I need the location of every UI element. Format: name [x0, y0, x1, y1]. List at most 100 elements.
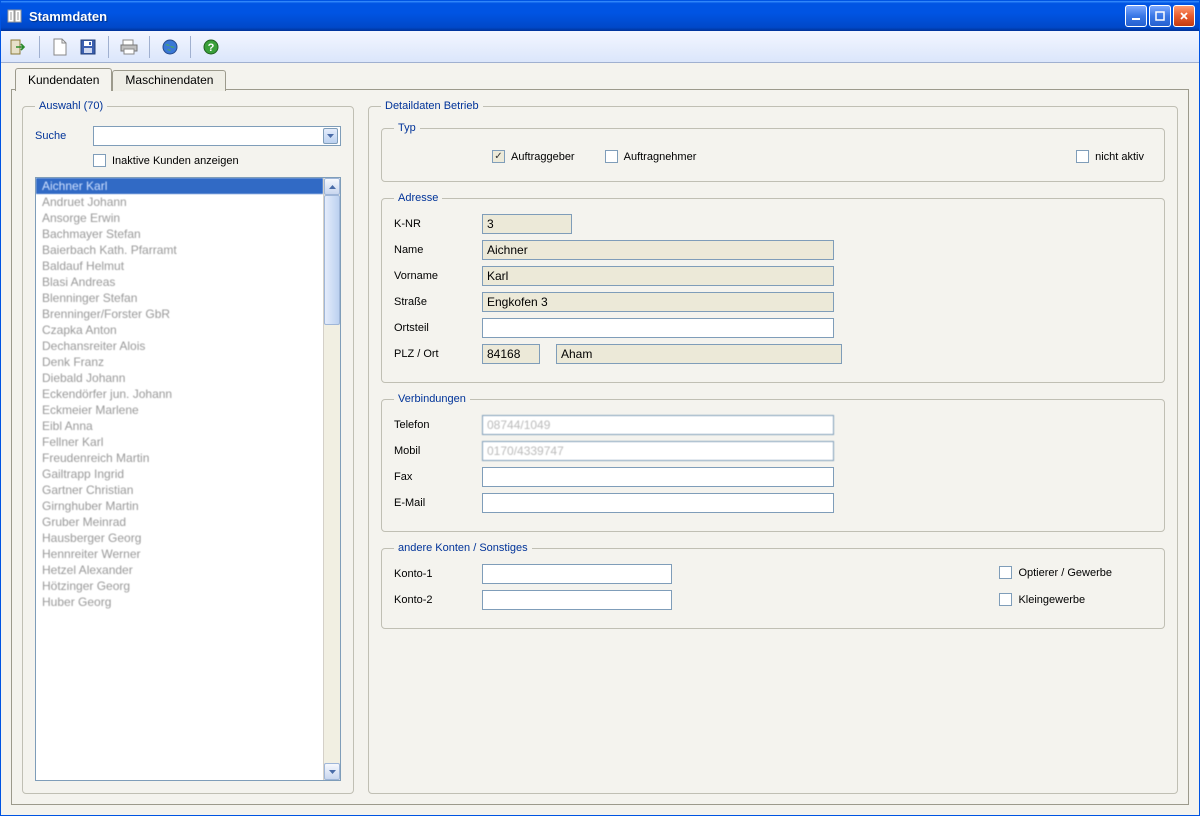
- plz-field[interactable]: [482, 344, 540, 364]
- detail-fieldset: Detaildaten Betrieb Typ ✓ Auftraggeber: [368, 100, 1178, 794]
- list-item[interactable]: Hötzinger Georg: [36, 578, 323, 594]
- chevron-down-icon: [323, 128, 338, 144]
- optierer-check[interactable]: Optierer / Gewerbe: [999, 566, 1112, 579]
- world-icon[interactable]: [158, 35, 182, 59]
- inactive-check-row: Inaktive Kunden anzeigen: [93, 154, 341, 167]
- close-button[interactable]: [1173, 5, 1195, 27]
- konto2-field[interactable]: [482, 590, 672, 610]
- list-item[interactable]: Diebald Johann: [36, 370, 323, 386]
- customer-listbox-wrap: Aichner KarlAndruet JohannAnsorge ErwinB…: [35, 177, 341, 781]
- tab-kundendaten[interactable]: Kundendaten: [15, 68, 112, 91]
- auftraggeber-check[interactable]: ✓ Auftraggeber: [492, 150, 575, 163]
- svg-text:?: ?: [208, 42, 215, 54]
- auswahl-column: Auswahl (70) Suche Inaktive Kunden anzei…: [22, 100, 354, 794]
- ortsteil-field[interactable]: [482, 318, 834, 338]
- app-window: Stammdaten ? Kundendaten Maschinendaten …: [0, 0, 1200, 816]
- list-item[interactable]: Hetzel Alexander: [36, 562, 323, 578]
- nicht-aktiv-checkbox: [1076, 150, 1089, 163]
- list-item[interactable]: Blenninger Stefan: [36, 290, 323, 306]
- list-item[interactable]: Gartner Christian: [36, 482, 323, 498]
- nicht-aktiv-label: nicht aktiv: [1095, 151, 1144, 163]
- scroll-track[interactable]: [324, 195, 340, 763]
- mobil-field[interactable]: [482, 441, 834, 461]
- print-icon[interactable]: [117, 35, 141, 59]
- inactive-checkbox[interactable]: [93, 154, 106, 167]
- save-icon[interactable]: [76, 35, 100, 59]
- email-label: E-Mail: [394, 497, 472, 509]
- scroll-up-button[interactable]: [324, 178, 340, 195]
- list-item[interactable]: Fellner Karl: [36, 434, 323, 450]
- list-item[interactable]: Freudenreich Martin: [36, 450, 323, 466]
- adresse-fieldset: Adresse K-NR Name Vorname Straße Ortstei…: [381, 192, 1165, 383]
- optierer-label: Optierer / Gewerbe: [1018, 567, 1112, 579]
- list-item[interactable]: Aichner Karl: [36, 178, 323, 194]
- list-item[interactable]: Baierbach Kath. Pfarramt: [36, 242, 323, 258]
- sonstiges-right: Optierer / Gewerbe Kleingewerbe: [999, 564, 1112, 616]
- exit-icon[interactable]: [7, 35, 31, 59]
- sonstiges-fieldset: andere Konten / Sonstiges Konto-1 Konto-…: [381, 542, 1165, 629]
- list-item[interactable]: Eckmeier Marlene: [36, 402, 323, 418]
- toolbar: ?: [1, 31, 1199, 63]
- auswahl-legend: Auswahl (70): [35, 100, 107, 112]
- email-field[interactable]: [482, 493, 834, 513]
- list-item[interactable]: Gruber Meinrad: [36, 514, 323, 530]
- name-label: Name: [394, 244, 472, 256]
- list-item[interactable]: Bachmayer Stefan: [36, 226, 323, 242]
- verbindungen-fieldset: Verbindungen Telefon Mobil Fax E-Mail: [381, 393, 1165, 532]
- toolbar-sep: [39, 36, 40, 58]
- kleingewerbe-checkbox: [999, 593, 1012, 606]
- list-item[interactable]: Hennreiter Werner: [36, 546, 323, 562]
- sonstiges-left: Konto-1 Konto-2: [394, 564, 672, 616]
- kleingewerbe-label: Kleingewerbe: [1018, 594, 1085, 606]
- list-item[interactable]: Gailtrapp Ingrid: [36, 466, 323, 482]
- list-item[interactable]: Dechansreiter Alois: [36, 338, 323, 354]
- list-item[interactable]: Ansorge Erwin: [36, 210, 323, 226]
- strasse-field[interactable]: [482, 292, 834, 312]
- auftraggeber-label: Auftraggeber: [511, 151, 575, 163]
- scroll-thumb[interactable]: [324, 195, 340, 325]
- new-icon[interactable]: [48, 35, 72, 59]
- typ-legend: Typ: [394, 122, 420, 134]
- vorname-field[interactable]: [482, 266, 834, 286]
- list-item[interactable]: Eibl Anna: [36, 418, 323, 434]
- content-area: Kundendaten Maschinendaten Auswahl (70) …: [1, 63, 1199, 815]
- search-label: Suche: [35, 130, 85, 142]
- list-item[interactable]: Andruet Johann: [36, 194, 323, 210]
- tab-maschinendaten[interactable]: Maschinendaten: [112, 70, 226, 91]
- list-item[interactable]: Brenninger/Forster GbR: [36, 306, 323, 322]
- typ-left: ✓ Auftraggeber Auftragnehmer: [492, 150, 696, 163]
- window-title: Stammdaten: [29, 9, 1125, 24]
- kleingewerbe-check[interactable]: Kleingewerbe: [999, 593, 1112, 606]
- telefon-field[interactable]: [482, 415, 834, 435]
- scroll-down-button[interactable]: [324, 763, 340, 780]
- nicht-aktiv-check[interactable]: nicht aktiv: [1076, 150, 1144, 163]
- search-combo[interactable]: [93, 126, 341, 146]
- list-item[interactable]: Denk Franz: [36, 354, 323, 370]
- sonstiges-legend: andere Konten / Sonstiges: [394, 542, 532, 554]
- auftraggeber-checkbox: ✓: [492, 150, 505, 163]
- minimize-button[interactable]: [1125, 5, 1147, 27]
- maximize-button[interactable]: [1149, 5, 1171, 27]
- customer-listbox[interactable]: Aichner KarlAndruet JohannAnsorge ErwinB…: [36, 178, 323, 780]
- list-item[interactable]: Czapka Anton: [36, 322, 323, 338]
- list-item[interactable]: Hausberger Georg: [36, 530, 323, 546]
- toolbar-sep: [149, 36, 150, 58]
- list-item[interactable]: Huber Georg: [36, 594, 323, 610]
- help-icon[interactable]: ?: [199, 35, 223, 59]
- listbox-scrollbar[interactable]: [323, 178, 340, 780]
- knr-field[interactable]: [482, 214, 572, 234]
- auftragnehmer-label: Auftragnehmer: [624, 151, 697, 163]
- auftragnehmer-check[interactable]: Auftragnehmer: [605, 150, 697, 163]
- list-item[interactable]: Girnghuber Martin: [36, 498, 323, 514]
- list-item[interactable]: Baldauf Helmut: [36, 258, 323, 274]
- ort-field[interactable]: [556, 344, 842, 364]
- mobil-label: Mobil: [394, 445, 472, 457]
- name-field[interactable]: [482, 240, 834, 260]
- konto1-field[interactable]: [482, 564, 672, 584]
- list-item[interactable]: Blasi Andreas: [36, 274, 323, 290]
- plzort-label: PLZ / Ort: [394, 348, 472, 360]
- fax-field[interactable]: [482, 467, 834, 487]
- auftragnehmer-checkbox: [605, 150, 618, 163]
- detail-legend: Detaildaten Betrieb: [381, 100, 483, 112]
- list-item[interactable]: Eckendörfer jun. Johann: [36, 386, 323, 402]
